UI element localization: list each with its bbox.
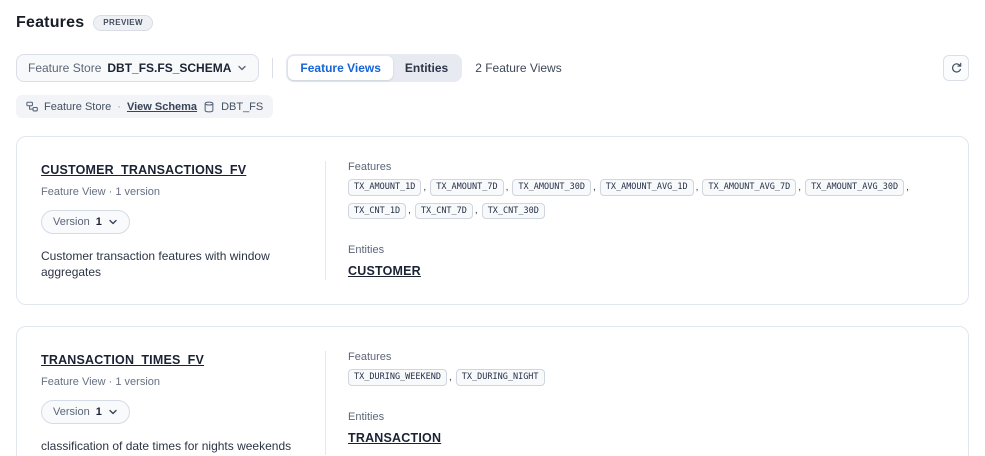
toolbar-divider (272, 58, 273, 78)
card-details: Features TX_AMOUNT_1D,TX_AMOUNT_7D,TX_AM… (325, 161, 952, 280)
feature-view-subtitle: Feature View · 1 version (41, 376, 309, 388)
feature-view-description: classification of date times for nights … (41, 438, 309, 454)
version-label: Version (53, 216, 90, 228)
database-icon (203, 101, 215, 113)
feature-store-label: Feature Store (28, 61, 101, 75)
feature-chip: TX_CNT_30D (482, 203, 545, 220)
version-label: Version (53, 406, 90, 418)
feature-chip: TX_AMOUNT_1D (348, 179, 421, 196)
chip-separator: , (906, 182, 909, 193)
chip-separator: , (475, 205, 478, 216)
feature-view-description: Customer transaction features with windo… (41, 248, 309, 280)
chip-separator: , (449, 372, 452, 383)
chevron-down-icon (108, 217, 118, 227)
chip-separator: , (696, 182, 699, 193)
feature-chip-list: TX_AMOUNT_1D,TX_AMOUNT_7D,TX_AMOUNT_30D,… (348, 179, 952, 219)
page-header: Features PREVIEW (16, 14, 969, 32)
chip-separator: , (423, 182, 426, 193)
version-value: 1 (96, 216, 102, 228)
preview-badge: PREVIEW (93, 15, 153, 31)
schema-icon (26, 101, 38, 113)
version-dropdown[interactable]: Version 1 (41, 210, 130, 234)
chip-separator: , (506, 182, 509, 193)
feature-view-subtitle: Feature View · 1 version (41, 186, 309, 198)
feature-chip: TX_AMOUNT_AVG_30D (805, 179, 904, 196)
feature-chip: TX_AMOUNT_AVG_7D (702, 179, 796, 196)
tab-feature-views[interactable]: Feature Views (288, 56, 392, 80)
breadcrumb-store-label: Feature Store (44, 101, 111, 113)
features-label: Features (348, 351, 952, 363)
feature-view-card: CUSTOMER_TRANSACTIONS_FV Feature View · … (16, 136, 969, 305)
feature-store-dropdown[interactable]: Feature Store DBT_FS.FS_SCHEMA (16, 54, 259, 82)
feature-chip: TX_CNT_1D (348, 203, 406, 220)
features-label: Features (348, 161, 952, 173)
toolbar: Feature Store DBT_FS.FS_SCHEMA Feature V… (16, 54, 969, 82)
version-value: 1 (96, 406, 102, 418)
feature-view-card: TRANSACTION_TIMES_FV Feature View · 1 ve… (16, 326, 969, 456)
feature-chip: TX_AMOUNT_30D (512, 179, 591, 196)
card-summary: TRANSACTION_TIMES_FV Feature View · 1 ve… (41, 351, 309, 454)
refresh-icon (950, 62, 963, 75)
entities-label: Entities (348, 244, 952, 256)
card-summary: CUSTOMER_TRANSACTIONS_FV Feature View · … (41, 161, 309, 280)
breadcrumb-separator: · (117, 101, 121, 113)
chip-separator: , (798, 182, 801, 193)
feature-store-value: DBT_FS.FS_SCHEMA (107, 61, 231, 75)
feature-chip: TX_CNT_7D (415, 203, 473, 220)
chevron-down-icon (108, 407, 118, 417)
feature-chip: TX_AMOUNT_AVG_1D (600, 179, 694, 196)
feature-views-count: 2 Feature Views (475, 61, 562, 75)
card-details: Features TX_DURING_WEEKEND, TX_DURING_NIG… (325, 351, 952, 454)
entities-label: Entities (348, 411, 952, 423)
breadcrumb-database-name: DBT_FS (221, 101, 263, 113)
feature-view-title-link[interactable]: TRANSACTION_TIMES_FV (41, 353, 204, 367)
feature-chip: TX_DURING_WEEKEND (348, 369, 447, 386)
version-dropdown[interactable]: Version 1 (41, 400, 130, 424)
feature-chip: TX_AMOUNT_7D (430, 179, 503, 196)
entity-link[interactable]: TRANSACTION (348, 431, 441, 445)
tab-entities[interactable]: Entities (393, 56, 460, 80)
features-page: Features PREVIEW Feature Store DBT_FS.FS… (0, 0, 985, 456)
feature-view-title-link[interactable]: CUSTOMER_TRANSACTIONS_FV (41, 163, 246, 177)
chip-separator: , (593, 182, 596, 193)
feature-chip: TX_DURING_NIGHT (456, 369, 545, 386)
chevron-down-icon (237, 63, 247, 73)
feature-store-breadcrumb: Feature Store · View Schema DBT_FS (16, 95, 273, 118)
refresh-button[interactable] (943, 55, 969, 81)
chip-separator: , (408, 205, 411, 216)
entity-link[interactable]: CUSTOMER (348, 264, 421, 278)
feature-chip-list: TX_DURING_WEEKEND, TX_DURING_NIGHT (348, 369, 952, 386)
page-title: Features (16, 14, 84, 32)
view-tabs: Feature Views Entities (286, 54, 462, 82)
view-schema-link[interactable]: View Schema (127, 101, 197, 113)
